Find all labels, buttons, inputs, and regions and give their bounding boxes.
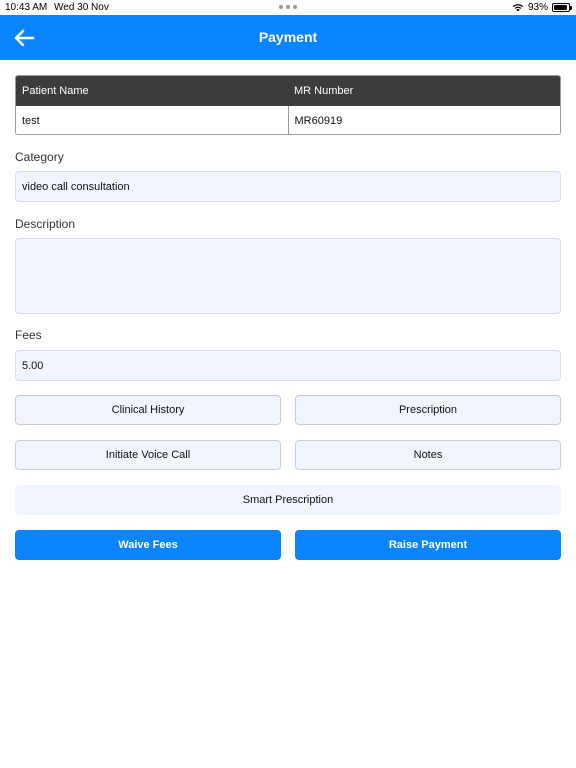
table-header-row: Patient Name MR Number: [16, 76, 560, 106]
multitask-dots-icon[interactable]: [279, 5, 297, 9]
page-title: Payment: [258, 29, 318, 45]
clinical-history-button[interactable]: Clinical History: [15, 395, 281, 425]
status-bar: 10:43 AM Wed 30 Nov 93%: [0, 0, 576, 15]
table-row: test MR60919: [16, 106, 560, 134]
status-time: 10:43 AM: [5, 2, 48, 13]
initiate-voice-call-button[interactable]: Initiate Voice Call: [15, 440, 281, 470]
fees-label: Fees: [15, 328, 42, 342]
column-header-mr-number: MR Number: [294, 85, 354, 97]
column-header-patient-name: Patient Name: [22, 85, 89, 97]
category-field[interactable]: video call consultation: [15, 171, 561, 202]
prescription-button[interactable]: Prescription: [295, 395, 561, 425]
app-header: Payment: [0, 15, 576, 60]
smart-prescription-button[interactable]: Smart Prescription: [15, 485, 561, 515]
status-date: Wed 30 Nov: [54, 2, 109, 13]
patient-name-cell: test: [16, 106, 289, 134]
wifi-icon: [512, 4, 524, 12]
description-field[interactable]: [15, 238, 561, 314]
patient-info-table: Patient Name MR Number test MR60919: [15, 75, 561, 135]
raise-payment-button[interactable]: Raise Payment: [295, 530, 561, 560]
mr-number-cell: MR60919: [294, 114, 343, 127]
battery-icon: [552, 3, 572, 12]
status-indicators: 93%: [512, 2, 572, 13]
battery-percent: 93%: [527, 2, 548, 13]
category-label: Category: [15, 150, 64, 164]
notes-button[interactable]: Notes: [295, 440, 561, 470]
fees-field[interactable]: 5.00: [15, 350, 561, 381]
description-label: Description: [15, 217, 76, 231]
waive-fees-button[interactable]: Waive Fees: [15, 530, 281, 560]
